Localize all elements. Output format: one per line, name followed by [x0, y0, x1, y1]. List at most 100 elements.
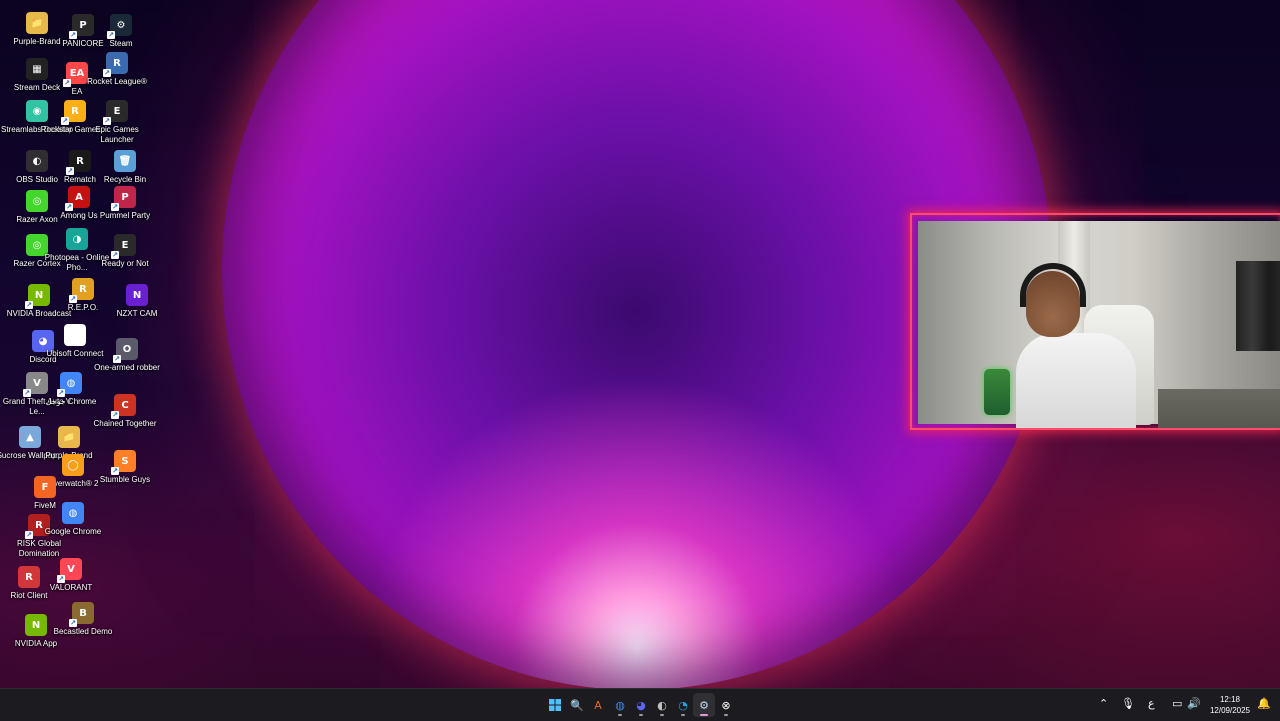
desktop-icon-label: Ready or Not — [101, 259, 149, 268]
app-icon: ◑ — [66, 228, 88, 250]
app-icon: ◍ — [62, 502, 84, 524]
windows-icon — [549, 699, 561, 711]
app-icon: 📁 — [26, 12, 48, 34]
app-icon: ⚙ ↗ — [107, 14, 132, 39]
taskbar-xbox-button[interactable]: ⊗ — [715, 693, 737, 717]
shortcut-arrow-icon: ↗ — [66, 167, 74, 175]
app-icon-glyph: 📁 — [30, 17, 44, 29]
microphone-icon[interactable]: 🎙 — [1121, 697, 1135, 710]
desktop-icon[interactable]: ◍ Google Chrome — [36, 502, 110, 537]
shortcut-arrow-icon: ↗ — [61, 117, 69, 125]
desktop-icon[interactable]: R ↗ Rocket League® — [80, 52, 154, 87]
app-icon: R ↗ — [103, 52, 128, 77]
app-icon-glyph: E — [113, 105, 121, 117]
shortcut-arrow-icon: ↗ — [57, 575, 65, 583]
desktop-icon-label: VALORANT — [49, 583, 93, 592]
shortcut-arrow-icon: ↗ — [23, 389, 31, 397]
app-icon: E ↗ — [111, 234, 136, 259]
app-icon-glyph: 🗑 — [118, 155, 132, 167]
clock[interactable]: 12:18 12/09/2025 — [1205, 694, 1255, 716]
app-icon-glyph: R — [25, 571, 33, 583]
app-icon-glyph: N — [34, 289, 44, 301]
xbox-icon: ⊗ — [721, 698, 731, 712]
app-icon-glyph: ◍ — [66, 377, 76, 389]
app-icon: P ↗ — [111, 186, 136, 211]
app-icon: F — [34, 476, 56, 498]
app-icon-glyph: R — [76, 155, 84, 167]
network-icon[interactable]: ▭ — [1172, 697, 1182, 710]
app-icon-glyph: ◌ — [70, 329, 80, 341]
app-icon-glyph: E — [121, 239, 129, 251]
running-indicator — [724, 714, 728, 716]
shortcut-arrow-icon: ↗ — [107, 31, 115, 39]
desktop-icon[interactable]: B ↗ Becastled Demo — [46, 602, 120, 637]
desktop-icon[interactable]: V ↗ VALORANT — [34, 558, 108, 593]
shortcut-arrow-icon: ↗ — [57, 389, 65, 397]
app-icon-glyph: N — [31, 619, 41, 631]
app-icon: ◯ — [62, 454, 84, 476]
running-indicator — [660, 714, 664, 716]
desktop-icon-label: R.E.P.O. — [67, 303, 99, 312]
taskbar-chrome-button[interactable]: ◍ — [609, 693, 631, 717]
desktop-icon[interactable]: C ↗ Chained Together — [88, 394, 162, 429]
taskbar-steam-button[interactable]: ⚙ — [693, 693, 715, 717]
webcam-overlay — [910, 213, 1280, 430]
desktop-icon-label: Google Chrome — [44, 527, 102, 536]
desktop-icon[interactable]: ⚙ ↗ Steam — [84, 14, 158, 49]
search-icon: 🔍 — [570, 698, 584, 712]
clock-time: 12:18 — [1219, 695, 1241, 704]
taskbar-edge-button[interactable]: ◔ — [672, 693, 694, 717]
app-icon-glyph: S — [121, 455, 129, 467]
running-indicator — [639, 714, 643, 716]
desktop-icon[interactable]: E ↗ Ready or Not — [88, 234, 162, 269]
shortcut-arrow-icon: ↗ — [103, 69, 111, 77]
app-icon-glyph: B — [79, 607, 87, 619]
chrome-icon: ◍ — [615, 698, 625, 712]
desktop-icon-label: Becastled Demo — [53, 627, 113, 636]
app-icon-glyph: ⚙ — [116, 19, 126, 31]
app-icon-glyph: 📁 — [62, 431, 76, 443]
speaker-icon[interactable]: 🔊 — [1187, 697, 1201, 710]
desktop-icon[interactable]: P ↗ Pummel Party — [88, 186, 162, 221]
taskbar-obs-button[interactable]: ◐ — [651, 693, 673, 717]
desktop-icon-label: NVIDIA App — [14, 639, 58, 648]
desktop-icon[interactable]: O ↗ One-armed robber — [90, 338, 164, 373]
running-indicator — [681, 714, 685, 716]
shortcut-arrow-icon: ↗ — [25, 301, 33, 309]
notification-icon[interactable]: 🔔 — [1257, 697, 1271, 710]
app-icon-glyph: ◑ — [72, 233, 82, 245]
language-indicator[interactable]: ع — [1148, 697, 1155, 710]
app-icon-glyph: R — [71, 105, 79, 117]
webcam-rack — [1236, 261, 1280, 351]
desktop-icon-label: Epic Games Launcher — [95, 125, 139, 144]
desktop-icon-label: RISK Global Domination — [16, 539, 62, 558]
obs-icon: ◐ — [657, 698, 667, 712]
taskbar-search-button[interactable]: 🔍 — [566, 693, 588, 717]
app-icon: R ↗ — [69, 278, 94, 303]
shortcut-arrow-icon: ↗ — [69, 31, 77, 39]
clock-date: 12/09/2025 — [1209, 706, 1251, 715]
desktop-icon-label: Stumble Guys — [99, 475, 151, 484]
taskbar-discord-button[interactable]: ◕ — [630, 693, 652, 717]
desktop-icon[interactable]: S ↗ Stumble Guys — [88, 450, 162, 485]
app-icon: O ↗ — [113, 338, 138, 363]
shortcut-arrow-icon: ↗ — [111, 467, 119, 475]
app-icon: 📁 — [58, 426, 80, 448]
shortcut-arrow-icon: ↗ — [69, 295, 77, 303]
app-icon: S ↗ — [111, 450, 136, 475]
taskbar-app-orange-button[interactable]: A — [587, 693, 609, 717]
start-button[interactable] — [544, 693, 566, 717]
webcam-floor — [1158, 389, 1280, 428]
app-icon-glyph: ◯ — [67, 459, 79, 471]
webcam-feed — [918, 221, 1280, 428]
steam-icon: ⚙ — [699, 698, 709, 712]
app-icon: N — [25, 614, 47, 636]
desktop-icon[interactable]: N NZXT CAM — [100, 284, 174, 319]
chevron-up-icon[interactable]: ⌃ — [1099, 697, 1108, 710]
discord-icon: ◕ — [636, 698, 646, 712]
app-icon: A ↗ — [65, 186, 90, 211]
desktop-icon[interactable]: 🗑 Recycle Bin — [88, 150, 162, 185]
app-icon-glyph: V — [67, 563, 75, 575]
app-icon-glyph: ◍ — [68, 507, 78, 519]
desktop-icon[interactable]: E ↗ Epic Games Launcher — [80, 100, 154, 145]
